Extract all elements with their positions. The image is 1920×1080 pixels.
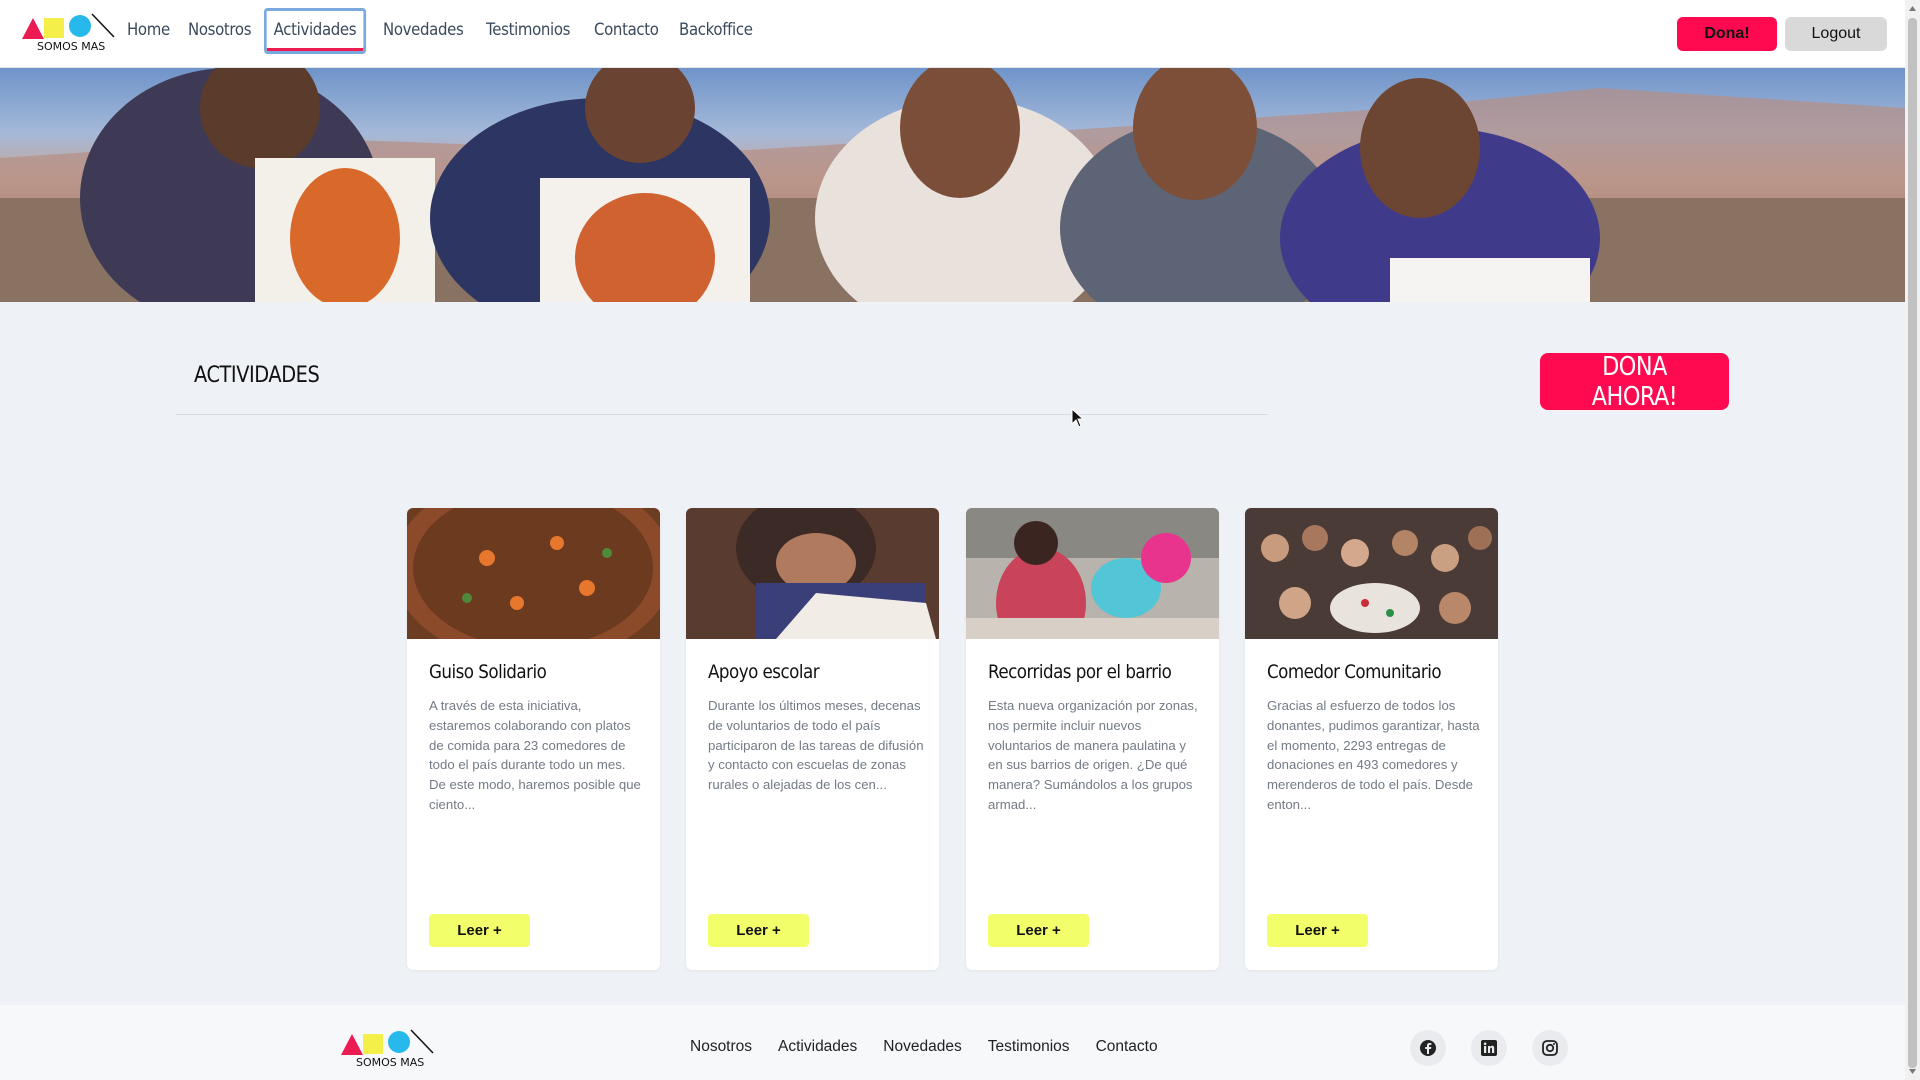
nav-links: Home Nosotros Actividades Novedades Test… — [120, 8, 768, 54]
footer-link-nosotros[interactable]: Nosotros — [690, 1038, 752, 1056]
nav-link-actividades[interactable]: Actividades — [264, 8, 367, 54]
logout-button[interactable]: Logout — [1785, 17, 1887, 51]
instagram-icon[interactable] — [1532, 1030, 1568, 1066]
leer-mas-button[interactable]: Leer + — [988, 914, 1089, 947]
footer-link-novedades[interactable]: Novedades — [883, 1038, 961, 1056]
nav-link-testimonios[interactable]: Testimonios — [479, 8, 577, 54]
card-text: Esta nueva organización por zonas, nos p… — [988, 698, 1198, 812]
top-navbar: SOMOS MAS Home Nosotros Actividades Nove… — [0, 0, 1905, 68]
nav-link-home[interactable]: Home — [120, 8, 177, 54]
section-divider — [176, 414, 1268, 415]
card-title: Guiso Solidario — [429, 661, 547, 683]
section-title: ACTIVIDADES — [194, 363, 320, 388]
footer-logo-text: SOMOS MAS — [356, 1056, 424, 1069]
card-text: A través de esta iniciativa, estaremos c… — [429, 698, 641, 812]
linkedin-icon[interactable] — [1471, 1030, 1507, 1066]
nav-link-backoffice[interactable]: Backoffice — [672, 8, 760, 54]
scroll-down-arrow-icon[interactable] — [1908, 1067, 1917, 1076]
scroll-up-arrow-icon[interactable] — [1908, 4, 1917, 13]
activity-card: Recorridas por el barrio Esta nueva orga… — [966, 508, 1219, 970]
nav-link-contacto[interactable]: Contacto — [587, 8, 666, 54]
footer-link-testimonios[interactable]: Testimonios — [988, 1038, 1070, 1056]
mouse-cursor-icon — [1071, 408, 1085, 428]
card-title: Apoyo escolar — [708, 661, 820, 683]
leer-mas-button[interactable]: Leer + — [1267, 914, 1368, 947]
somos-mas-logo[interactable]: SOMOS MAS — [22, 12, 116, 54]
footer-links: Nosotros Actividades Novedades Testimoni… — [690, 1038, 1158, 1056]
activity-card: Apoyo escolar Durante los últimos meses,… — [686, 508, 939, 970]
footer-link-contacto[interactable]: Contacto — [1096, 1038, 1158, 1056]
leer-mas-button[interactable]: Leer + — [708, 914, 809, 947]
card-title: Comedor Comunitario — [1267, 661, 1442, 683]
card-image-apoyo-escolar — [686, 508, 939, 639]
dona-ahora-label: DONA AHORA! — [1591, 351, 1678, 412]
card-title: Recorridas por el barrio — [988, 661, 1172, 683]
activity-card: Comedor Comunitario Gracias al esfuerzo … — [1245, 508, 1498, 970]
card-image-recorridas — [966, 508, 1219, 639]
card-image-guiso — [407, 508, 660, 639]
card-text: Durante los últimos meses, decenas de vo… — [708, 698, 924, 793]
facebook-icon[interactable] — [1410, 1030, 1446, 1066]
dona-button[interactable]: Dona! — [1677, 17, 1777, 51]
footer: SOMOS MAS Nosotros Actividades Novedades… — [0, 1005, 1905, 1080]
footer-link-actividades[interactable]: Actividades — [778, 1038, 857, 1056]
nav-link-novedades[interactable]: Novedades — [376, 8, 470, 54]
leer-mas-button[interactable]: Leer + — [429, 914, 530, 947]
hero-banner-image — [0, 68, 1905, 302]
nav-link-nosotros[interactable]: Nosotros — [181, 8, 258, 54]
activity-card: Guiso Solidario A través de esta iniciat… — [407, 508, 660, 970]
footer-logo[interactable]: SOMOS MAS — [341, 1028, 435, 1070]
logo-text: SOMOS MAS — [37, 40, 105, 53]
scrollbar-thumb[interactable] — [1908, 18, 1917, 1068]
dona-ahora-button[interactable]: DONA AHORA! — [1540, 351, 1729, 412]
card-text: Gracias al esfuerzo de todos los donante… — [1267, 698, 1480, 812]
card-image-comedor — [1245, 508, 1498, 639]
